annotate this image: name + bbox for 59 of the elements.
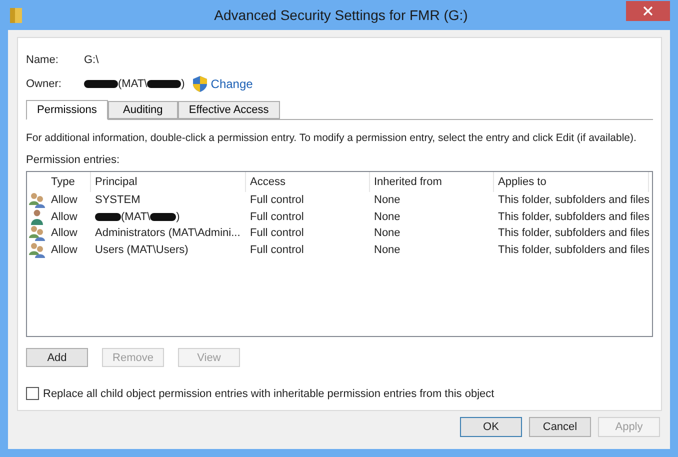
table-cell-text: Full control [249,194,305,206]
table-cell-text: None [373,194,402,206]
dialog-button[interactable]: OK [460,417,522,437]
permission-row[interactable]: Allow Administrators (MAT\Admini... Full control None This folder, subfolders and files [27,225,652,242]
users-icon [29,225,45,242]
table-cell-text: Allow [50,227,78,240]
redaction-mark [95,212,121,221]
table-cell-text: Full control [249,244,305,256]
folder-icon [10,7,22,23]
redaction-mark [84,80,118,88]
user-icon [29,208,45,225]
shield-icon [192,76,207,92]
replace-checkbox[interactable] [26,387,39,400]
table-cell: Administrators (MAT\Admini... [95,227,240,240]
permission-row[interactable]: Allow (MAT\ ) Full control None This folder, subfolders and files [27,208,652,225]
replace-checkbox-label: Replace all child object permission entries with inheritable permission entries from this object [43,388,494,400]
table-cell-text: None [373,227,402,240]
table-cell-text: Allow [50,210,78,223]
table-cell: ) [176,210,180,223]
tab[interactable]: Auditing [108,101,178,119]
redaction-mark [147,80,182,88]
table-cell-text: Allow [50,194,78,206]
column-header[interactable]: Principal [91,172,246,192]
table-cell-text: This folder, subfolders and files [497,194,649,206]
table-cell-text: Allow [50,244,78,256]
dialog-button[interactable]: Cancel [529,417,591,437]
name-value: G:\ [84,54,99,66]
permission-row[interactable]: Allow Users (MAT\Users) Full control None This folder, subfolders and files [27,242,652,258]
redaction-mark [150,212,176,221]
table-cell-text: Full control [249,210,305,223]
tab[interactable]: Effective Access [178,101,280,119]
table-cell: SYSTEM [95,194,140,206]
table-cell: Users (MAT\Users) [95,244,188,256]
permission-row[interactable]: Allow SYSTEM Full control None This folder, subfolders and files [27,192,652,208]
owner-value: ) [181,78,185,90]
table-cell-text: None [373,210,402,223]
owner-label: Owner: [26,78,62,90]
column-header[interactable]: Applies to [494,172,649,192]
window-title: Advanced Security Settings for FMR (G:) [213,7,469,23]
owner-value: (MAT\ [118,78,148,90]
change-link[interactable]: Change [210,77,253,91]
close-button[interactable] [626,1,670,21]
column-header[interactable]: Access [246,172,370,192]
table-cell-text: None [373,244,402,256]
entry-button[interactable]: Add [26,348,88,367]
column-header[interactable]: Inherited from [370,172,494,192]
close-icon [643,6,653,16]
table-cell-text: Full control [249,227,305,240]
users-icon [29,242,45,258]
table-cell-text: This folder, subfolders and files [497,227,649,240]
tab[interactable]: Permissions [26,100,108,120]
users-icon [29,192,45,208]
info-text: For additional information, double-click a permission entry. To modify a permission entry, select the entry and click Edit (if available). [26,132,638,144]
table-cell-text: This folder, subfolders and files [497,244,649,256]
table-cell: (MAT\ [121,210,150,223]
table-cell-text: This folder, subfolders and files [497,210,649,223]
name-label: Name: [26,54,60,66]
column-header[interactable]: Type [47,172,91,192]
permission-entries-label: Permission entries: [26,154,121,166]
